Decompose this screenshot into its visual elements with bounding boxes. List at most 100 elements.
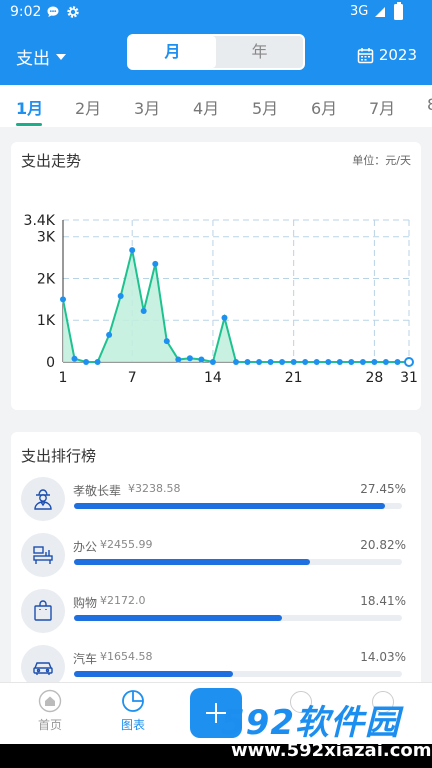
tab-month-6[interactable]: 6月 — [311, 95, 337, 119]
data-point — [163, 338, 170, 345]
ranking-percent: 14.03% — [360, 650, 406, 664]
message-icon — [47, 6, 59, 17]
ranking-item[interactable]: 孝敬长辈 ¥3238.58 27.45% — [11, 477, 421, 527]
data-point — [256, 359, 263, 365]
data-point — [233, 359, 239, 365]
tab-month-4[interactable]: 4月 — [193, 95, 219, 119]
data-point — [313, 359, 320, 365]
year-label: 2023 — [378, 46, 417, 64]
y-tick-label: 3.4K — [24, 213, 56, 229]
x-tick-label: 1 — [59, 370, 68, 386]
data-point — [325, 359, 332, 365]
data-point — [152, 260, 159, 267]
y-tick-label: 3K — [37, 230, 56, 246]
data-point — [244, 359, 251, 365]
ranking-bar-track — [74, 559, 402, 565]
data-point — [94, 359, 101, 365]
gear-icon — [67, 6, 79, 18]
ranking-name: 购物 — [73, 596, 98, 610]
data-point — [106, 331, 113, 338]
nav-chart-label: 图表 — [120, 718, 145, 732]
pie-chart-icon — [122, 690, 144, 712]
data-point — [117, 293, 124, 299]
period-switch: 月 年 — [127, 34, 305, 70]
series-area — [63, 250, 409, 362]
ranking-bar-fill — [74, 559, 310, 565]
home-icon — [38, 689, 62, 713]
tab-month-5[interactable]: 5月 — [252, 95, 278, 119]
ranking-amount: ¥1654.58 — [100, 650, 153, 663]
status-bar: 9:02 3G — [0, 0, 432, 26]
nav-home[interactable]: 首页 — [25, 689, 75, 733]
app-header: 9:02 3G 支出 月 年 2023 — [0, 0, 432, 85]
data-point — [336, 359, 343, 365]
data-point — [83, 359, 90, 365]
data-point — [129, 247, 136, 254]
ranking-bar-fill — [74, 615, 283, 621]
y-tick-label: 0 — [46, 355, 55, 371]
signal-icon — [375, 7, 385, 17]
data-point — [221, 314, 228, 321]
data-point — [371, 359, 378, 365]
shopping-bag-icon — [21, 589, 65, 633]
tab-year[interactable]: 年 — [216, 36, 303, 68]
data-point — [279, 359, 286, 365]
office-icon — [21, 533, 65, 577]
tab-month[interactable]: 月 — [129, 36, 216, 68]
watermark-url: www.592xiazai.com — [231, 740, 432, 761]
x-tick-label: 28 — [365, 370, 383, 386]
ranking-name: 孝敬长辈 — [73, 484, 122, 498]
watermark-logo: 592软件园 — [221, 703, 400, 743]
trend-card: 支出走势 单位：元/天 0 1K 2K 3K 3.4K 1 7 14 21 28 31 — [11, 142, 421, 410]
month-tabs: 1月 2月 3月 4月 5月 6月 7月 8 — [0, 85, 432, 127]
data-point — [404, 357, 414, 367]
x-tick-label: 14 — [204, 370, 222, 386]
x-tick-label: 7 — [128, 370, 137, 386]
ranking-bar-track — [74, 671, 402, 677]
data-point — [209, 359, 216, 365]
ranking-amount: ¥2455.99 — [100, 538, 153, 551]
data-point — [175, 356, 182, 363]
year-picker[interactable]: 2023 — [357, 46, 417, 64]
data-point — [382, 359, 389, 365]
ranking-item[interactable]: 办公 ¥2455.99 20.82% — [11, 533, 421, 583]
data-point — [186, 355, 193, 362]
data-point — [60, 296, 66, 303]
data-point — [394, 359, 401, 365]
trend-chart[interactable]: 0 1K 2K 3K3.4K 1 7 14 21 28 31 — [11, 142, 421, 410]
data-point — [348, 359, 355, 365]
tab-month-8[interactable]: 8 — [427, 95, 432, 114]
nav-chart[interactable]: 图表 — [108, 689, 158, 733]
data-point — [267, 359, 274, 365]
expense-type-label: 支出 — [16, 49, 50, 69]
caret-down-icon — [56, 53, 66, 60]
ranking-title: 支出排行榜 — [21, 447, 97, 465]
ranking-bar-fill — [74, 503, 385, 509]
calendar-icon — [357, 47, 374, 63]
ranking-bar-fill — [74, 671, 233, 677]
tab-month-1[interactable]: 1月 — [16, 95, 43, 119]
elder-icon — [21, 477, 65, 521]
data-point — [71, 355, 78, 362]
y-tick-label: 1K — [37, 313, 56, 329]
data-point — [140, 308, 147, 314]
battery-icon — [394, 2, 403, 20]
x-tick-label: 21 — [285, 370, 303, 386]
ranking-bar-track — [74, 503, 402, 509]
nav-home-label: 首页 — [37, 718, 62, 732]
ranking-amount: ¥3238.58 — [128, 482, 181, 495]
data-point — [198, 356, 205, 363]
ranking-percent: 27.45% — [360, 482, 406, 496]
tab-month-3[interactable]: 3月 — [134, 95, 160, 119]
tab-month-7[interactable]: 7月 — [369, 95, 395, 119]
ranking-amount: ¥2172.0 — [100, 594, 146, 607]
ranking-percent: 20.82% — [360, 538, 406, 552]
data-point — [359, 359, 366, 365]
x-tick-label: 31 — [400, 370, 418, 386]
expense-type-dropdown[interactable]: 支出 — [16, 44, 66, 69]
data-point — [302, 359, 309, 365]
ranking-name: 办公 — [73, 540, 98, 554]
status-time: 9:02 — [10, 4, 42, 20]
tab-month-2[interactable]: 2月 — [75, 95, 101, 119]
ranking-item[interactable]: 购物 ¥2172.0 18.41% — [11, 589, 421, 639]
